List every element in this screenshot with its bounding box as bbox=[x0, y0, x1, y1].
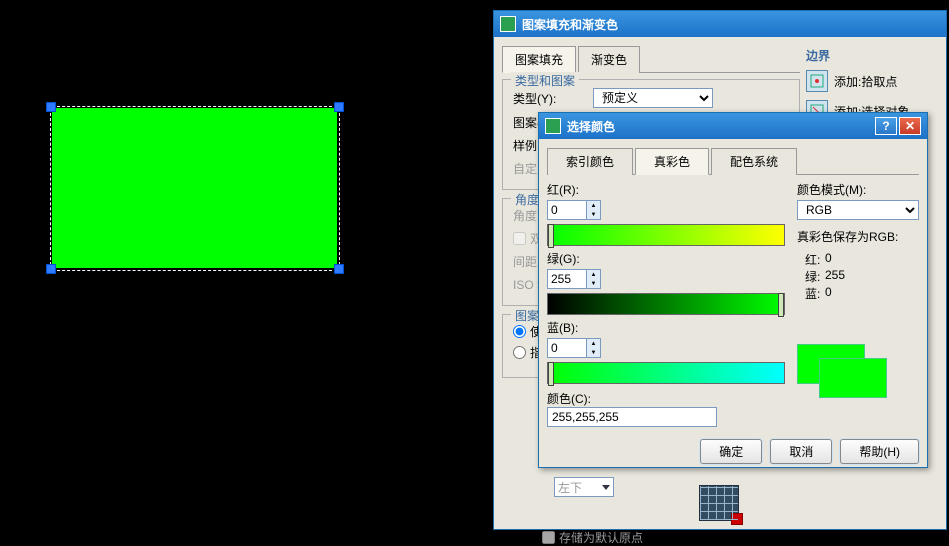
tab-color-books[interactable]: 配色系统 bbox=[711, 148, 797, 175]
group-title: 类型和图案 bbox=[511, 72, 579, 89]
green-label: 绿(G): bbox=[547, 250, 785, 267]
spin-up-icon[interactable]: ▲ bbox=[586, 339, 600, 348]
green-gradient-slider[interactable] bbox=[547, 293, 785, 315]
color-input-label: 颜色(C): bbox=[547, 390, 591, 407]
rgb-readout: 红:0 绿:255 蓝:0 bbox=[797, 251, 919, 302]
tab-true-color[interactable]: 真彩色 bbox=[635, 148, 709, 175]
select-color-dialog: 选择颜色 ? ✕ 索引颜色 真彩色 配色系统 红(R): ▲▼ 绿( bbox=[538, 112, 928, 468]
tab-gradient[interactable]: 渐变色 bbox=[578, 46, 640, 73]
tab-index-color[interactable]: 索引颜色 bbox=[547, 148, 633, 175]
color-preview bbox=[797, 344, 892, 402]
red-spinner[interactable]: ▲▼ bbox=[547, 200, 601, 220]
position-dropdown: 左下 bbox=[554, 477, 614, 497]
help-titlebar-button[interactable]: ? bbox=[875, 117, 897, 135]
green-spinner[interactable]: ▲▼ bbox=[547, 269, 601, 289]
selection-border bbox=[50, 108, 51, 270]
hatch-dialog-title: 图案填充和渐变色 bbox=[522, 16, 618, 33]
chevron-down-icon bbox=[602, 485, 610, 490]
save-as-label: 真彩色保存为RGB: bbox=[797, 228, 919, 245]
color-dialog-title: 选择颜色 bbox=[567, 118, 615, 135]
selection-handle[interactable] bbox=[46, 102, 56, 112]
red-label: 红(R): bbox=[547, 181, 785, 198]
use-current-radio[interactable] bbox=[513, 325, 526, 338]
store-default-checkbox bbox=[542, 531, 555, 544]
red-gradient-slider[interactable] bbox=[547, 224, 785, 246]
color-mode-label: 颜色模式(M): bbox=[797, 181, 919, 198]
type-label: 类型(Y): bbox=[513, 90, 593, 107]
selection-handle[interactable] bbox=[334, 264, 344, 274]
spin-down-icon[interactable]: ▼ bbox=[586, 279, 600, 288]
hatch-dialog-titlebar[interactable]: 图案填充和渐变色 bbox=[494, 11, 946, 37]
slider-handle[interactable] bbox=[778, 293, 784, 317]
spin-up-icon[interactable]: ▲ bbox=[586, 201, 600, 210]
spin-up-icon[interactable]: ▲ bbox=[586, 270, 600, 279]
add-pick-points-button[interactable]: 添加:拾取点 bbox=[806, 70, 936, 92]
tab-hatch-fill[interactable]: 图案填充 bbox=[502, 46, 576, 73]
color-mode-select[interactable]: RGB bbox=[797, 200, 919, 220]
app-icon bbox=[500, 16, 516, 32]
blue-label: 蓝(B): bbox=[547, 319, 785, 336]
selection-border bbox=[52, 106, 337, 107]
specify-radio[interactable] bbox=[513, 346, 526, 359]
drawing-canvas[interactable] bbox=[0, 0, 475, 532]
slider-handle[interactable] bbox=[548, 362, 554, 386]
selection-handle[interactable] bbox=[46, 264, 56, 274]
blue-spinner[interactable]: ▲▼ bbox=[547, 338, 601, 358]
color-dialog-titlebar[interactable]: 选择颜色 ? ✕ bbox=[539, 113, 927, 139]
boundary-title: 边界 bbox=[806, 47, 936, 64]
cancel-button[interactable]: 取消 bbox=[770, 439, 832, 464]
selection-border bbox=[52, 270, 337, 271]
position-value: 左下 bbox=[558, 479, 582, 496]
color-preview-new bbox=[819, 358, 887, 398]
double-checkbox bbox=[513, 232, 526, 245]
green-input[interactable] bbox=[548, 270, 586, 288]
type-select[interactable]: 预定义 bbox=[593, 88, 713, 108]
add-pick-label: 添加:拾取点 bbox=[834, 73, 897, 90]
hatch-tabs: 图案填充 渐变色 bbox=[502, 45, 800, 73]
selection-handle[interactable] bbox=[334, 102, 344, 112]
hatch-preview-swatch[interactable] bbox=[699, 485, 739, 521]
color-dialog-icon bbox=[545, 118, 561, 134]
close-button[interactable]: ✕ bbox=[899, 117, 921, 135]
spin-down-icon[interactable]: ▼ bbox=[586, 210, 600, 219]
ok-button[interactable]: 确定 bbox=[700, 439, 762, 464]
blue-input[interactable] bbox=[548, 339, 586, 357]
blue-gradient-slider[interactable] bbox=[547, 362, 785, 384]
spin-down-icon[interactable]: ▼ bbox=[586, 348, 600, 357]
help-button[interactable]: 帮助(H) bbox=[840, 439, 919, 464]
slider-handle[interactable] bbox=[548, 224, 554, 248]
color-value-input[interactable] bbox=[547, 407, 717, 427]
red-input[interactable] bbox=[548, 201, 586, 219]
selection-border bbox=[339, 108, 340, 270]
color-tabs: 索引颜色 真彩色 配色系统 bbox=[547, 147, 919, 175]
green-rectangle[interactable] bbox=[52, 108, 337, 268]
pick-points-icon bbox=[806, 70, 828, 92]
